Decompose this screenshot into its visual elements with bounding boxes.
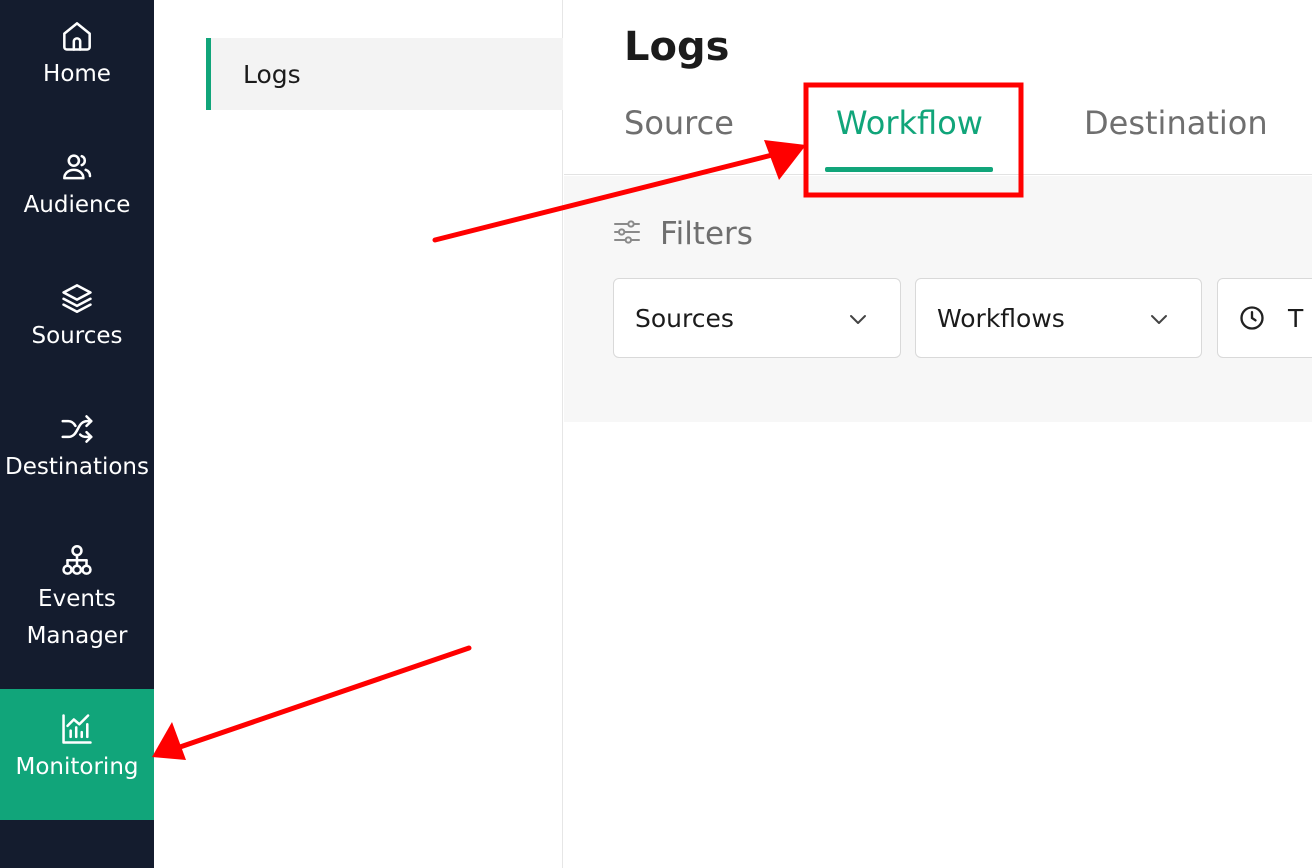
subnav-item-logs[interactable]: Logs: [206, 38, 563, 110]
filters-label: Filters: [660, 216, 753, 252]
tab-workflow[interactable]: Workflow: [836, 104, 983, 142]
page-title: Logs: [624, 24, 730, 70]
main-sidebar: Home Audience Sources Destinations Event…: [0, 0, 154, 868]
tab-destination[interactable]: Destination: [1084, 104, 1268, 142]
main-content: Logs Source Workflow Destination Filters…: [564, 0, 1312, 868]
sidebar-item-label: Home: [43, 61, 111, 87]
shuffle-icon: [57, 409, 97, 449]
sidebar-item-label: Events Manager: [26, 586, 128, 649]
sidebar-item-audience[interactable]: Audience: [0, 147, 154, 224]
clock-icon: [1240, 306, 1264, 330]
tab-bar: Source Workflow Destination: [564, 84, 1312, 175]
home-icon: [57, 16, 97, 56]
layers-icon: [57, 278, 97, 318]
sidebar-item-label: Destinations: [5, 454, 149, 480]
sidebar-item-label: Monitoring: [15, 754, 139, 780]
sidebar-item-events-manager[interactable]: Events Manager: [0, 541, 154, 655]
chevron-down-icon: [850, 315, 866, 324]
users-icon: [57, 147, 97, 187]
sidebar-item-label: Audience: [23, 192, 131, 218]
filters-panel: Filters Sources Workflows T: [564, 176, 1312, 422]
sliders-icon: [611, 216, 643, 252]
tab-source[interactable]: Source: [624, 104, 734, 142]
dropdown-value: Sources: [635, 303, 734, 333]
filters-header: Filters: [611, 216, 753, 252]
sources-dropdown[interactable]: Sources: [613, 278, 901, 358]
dropdown-value: Workflows: [937, 303, 1065, 333]
chevron-down-icon: [1151, 315, 1167, 324]
sidebar-item-sources[interactable]: Sources: [0, 278, 154, 355]
time-range-dropdown[interactable]: T: [1217, 278, 1312, 358]
sidebar-item-destinations[interactable]: Destinations: [0, 409, 154, 486]
secondary-sidebar: Logs: [154, 0, 563, 868]
hierarchy-icon: [57, 541, 97, 581]
sidebar-item-monitoring[interactable]: Monitoring: [0, 689, 154, 820]
dropdown-value: T: [1288, 303, 1304, 333]
chart-icon: [57, 709, 97, 749]
workflows-dropdown[interactable]: Workflows: [915, 278, 1202, 358]
sidebar-item-home[interactable]: Home: [0, 16, 154, 93]
active-tab-indicator: [825, 167, 993, 172]
sidebar-item-label: Sources: [31, 323, 123, 349]
